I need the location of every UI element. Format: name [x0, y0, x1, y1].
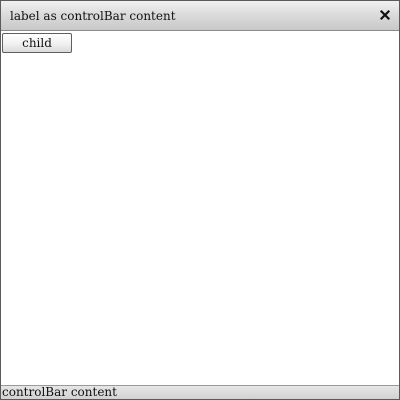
panel-content: child: [1, 32, 399, 385]
window-title: label as controlBar content: [10, 9, 176, 23]
control-bar: controlBar content: [1, 385, 399, 399]
panel-window: label as controlBar content child contro…: [0, 0, 400, 400]
control-bar-label: controlBar content: [2, 385, 117, 399]
close-icon[interactable]: [378, 8, 392, 22]
title-bar: label as controlBar content: [1, 1, 399, 31]
child-button[interactable]: child: [2, 33, 72, 53]
